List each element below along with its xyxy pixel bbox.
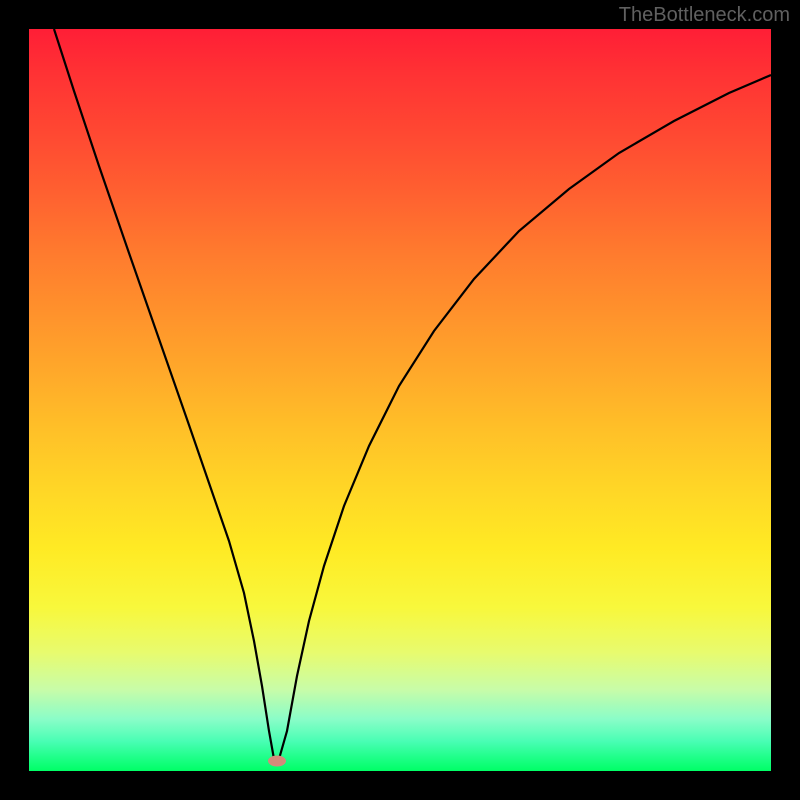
chart-svg: [29, 29, 771, 771]
curve-left: [54, 29, 274, 759]
minimum-dot-marker: [268, 756, 286, 767]
watermark-text: TheBottleneck.com: [619, 4, 790, 27]
chart-gradient-background: [29, 29, 771, 771]
curve-right: [279, 75, 771, 759]
